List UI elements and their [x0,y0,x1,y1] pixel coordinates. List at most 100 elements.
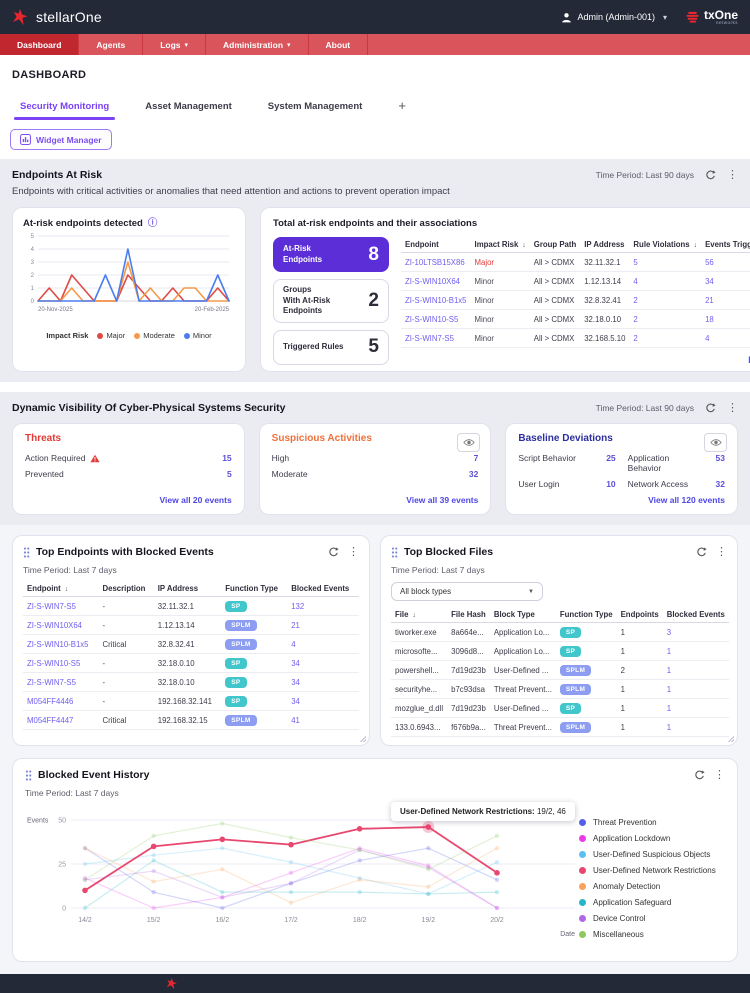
blocked-events-link[interactable]: 1 [667,666,671,675]
column-header-file[interactable]: File ↓ [391,607,447,623]
endpoint-link[interactable]: ZI-S-WIN10-B1x5 [27,640,89,649]
nav-item-about[interactable]: About [309,34,368,55]
more-options-button[interactable]: ⋮ [727,170,738,181]
visibility-toggle-button[interactable] [704,433,727,452]
endpoint-link[interactable]: ZI-10LTSB15X86 [405,258,465,267]
user-menu[interactable]: Admin (Admin-001) ▾ [561,12,667,23]
widget-title: Top Blocked Files [404,546,493,558]
resize-handle[interactable] [359,735,366,742]
drag-handle-icon[interactable] [25,770,32,781]
legend-label: Device Control [593,914,645,923]
endpoint-link[interactable]: ZI-S-WIN10-S5 [405,315,458,324]
blocked-events-link[interactable]: 3 [667,628,671,637]
endpoint-link[interactable]: ZI-S-WIN10-B1x5 [405,296,467,305]
endpoint-link[interactable]: ZI-S-WIN10-S5 [27,659,80,668]
metric-value-link[interactable]: 32 [716,479,725,489]
column-header-impact-risk[interactable]: Impact Risk ↓ [471,237,530,253]
blocked-events-link[interactable]: 21 [291,621,300,630]
drag-handle-icon[interactable] [391,547,398,558]
nav-item-logs[interactable]: Logs▾ [143,34,205,55]
events-triggered-link[interactable]: 21 [705,296,714,305]
blocked-events-link[interactable]: 1 [667,647,671,656]
refresh-button[interactable] [705,403,716,414]
full-list-link[interactable]: Full list [401,355,750,365]
block-type-filter-select[interactable]: All block types ▼ [391,582,543,601]
nav-item-dashboard[interactable]: Dashboard [0,34,78,55]
metric-value-link[interactable]: 32 [469,469,478,479]
add-tab-button[interactable]: + [398,98,406,120]
refresh-button[interactable] [705,170,716,181]
endpoint-link[interactable]: ZI-S-WIN10X64 [27,621,82,630]
stat-groups-with-at-risk-endpoints[interactable]: Groups With At-Risk Endpoints2 [273,279,389,322]
metric-value-link[interactable]: 5 [227,469,232,479]
nav-item-label: Agents [96,40,125,50]
history-legend: Threat PreventionApplication LockdownUse… [579,800,725,953]
ip-address-cell: 32.18.0.10 [154,654,222,673]
blocked-events-link[interactable]: 1 [667,704,671,713]
drag-handle-icon[interactable] [23,547,30,558]
baseline-title: Baseline Deviations [518,433,725,444]
column-header-endpoint[interactable]: Endpoint ↓ [23,581,99,597]
stat-triggered-rules[interactable]: Triggered Rules5 [273,330,389,365]
refresh-button[interactable] [694,770,705,781]
metric-value-link[interactable]: 53 [716,453,725,473]
visibility-toggle-button[interactable] [457,433,480,452]
rule-violations-link[interactable]: 2 [633,334,637,343]
blocked-events-link[interactable]: 132 [291,602,304,611]
metric-value-link[interactable]: 25 [606,453,615,473]
events-triggered-link[interactable]: 34 [705,277,714,286]
endpoint-link[interactable]: M054FF4447 [27,716,73,725]
top-blocked-files-card: Top Blocked Files ⋮ Time Period: Last 7 … [380,535,738,746]
endpoint-link[interactable]: M054FF4446 [27,697,73,706]
table-row: tiworker.exe8a664e...Application Lo...SP… [391,623,729,642]
events-triggered-link[interactable]: 18 [705,315,714,324]
info-icon[interactable]: ⓘ [148,219,158,229]
threats-view-all-link[interactable]: View all 20 events [25,489,232,505]
widget-manager-button[interactable]: Widget Manager [10,129,112,150]
metric-value-link[interactable]: 7 [474,453,479,463]
nav-item-agents[interactable]: Agents [79,34,142,55]
refresh-button[interactable] [328,547,339,558]
metric-value-link[interactable]: 10 [606,479,615,489]
rule-violations-link[interactable]: 2 [633,296,637,305]
endpoint-link[interactable]: ZI-S-WIN7-S5 [405,334,454,343]
blocked-events-link[interactable]: 1 [667,685,671,694]
ip-address-cell: 32.8.32.41 [154,635,222,654]
endpoints-cell: 2 [617,661,663,680]
blocked-events-link[interactable]: 34 [291,659,300,668]
endpoint-link[interactable]: ZI-S-WIN7-S5 [27,678,76,687]
column-header-events-triggered[interactable]: Events Triggered ↓ [701,237,750,253]
baseline-view-all-link[interactable]: View all 120 events [518,489,725,505]
suspicious-view-all-link[interactable]: View all 39 events [272,489,479,505]
more-options-button[interactable]: ⋮ [348,547,359,558]
endpoint-link[interactable]: ZI-S-WIN10X64 [405,277,460,286]
rule-violations-link[interactable]: 5 [633,258,637,267]
blocked-events-link[interactable]: 41 [291,716,300,725]
blocked-events-link[interactable]: 4 [291,640,295,649]
tab-system-management[interactable]: System Management [268,101,363,120]
blocked-events-link[interactable]: 34 [291,697,300,706]
events-triggered-link[interactable]: 56 [705,258,714,267]
metric-label: High [272,453,289,463]
rule-violations-link[interactable]: 2 [633,315,637,324]
svg-text:3: 3 [31,260,35,266]
nav-item-administration[interactable]: Administration▾ [206,34,308,55]
resize-handle[interactable] [727,735,734,742]
ip-address-cell: 32.18.0.10 [154,673,222,692]
more-options-button[interactable]: ⋮ [716,547,727,558]
stat-at-risk-endpoints[interactable]: At-Risk Endpoints8 [273,237,389,272]
endpoint-link[interactable]: ZI-S-WIN7-S5 [27,602,76,611]
blocked-events-link[interactable]: 34 [291,678,300,687]
column-header-rule-violations[interactable]: Rule Violations ↓ [629,237,701,253]
more-options-button[interactable]: ⋮ [727,403,738,414]
metric-value-link[interactable]: 15 [222,453,231,463]
refresh-button[interactable] [696,547,707,558]
tab-security-monitoring[interactable]: Security Monitoring [20,101,109,120]
rule-violations-link[interactable]: 4 [633,277,637,286]
events-triggered-link[interactable]: 4 [705,334,709,343]
file-name-cell: tiworker.exe [391,623,447,642]
more-options-button[interactable]: ⋮ [714,770,725,781]
blocked-events-link[interactable]: 1 [667,723,671,732]
tab-asset-management[interactable]: Asset Management [145,101,232,120]
legend-dot [579,931,586,938]
